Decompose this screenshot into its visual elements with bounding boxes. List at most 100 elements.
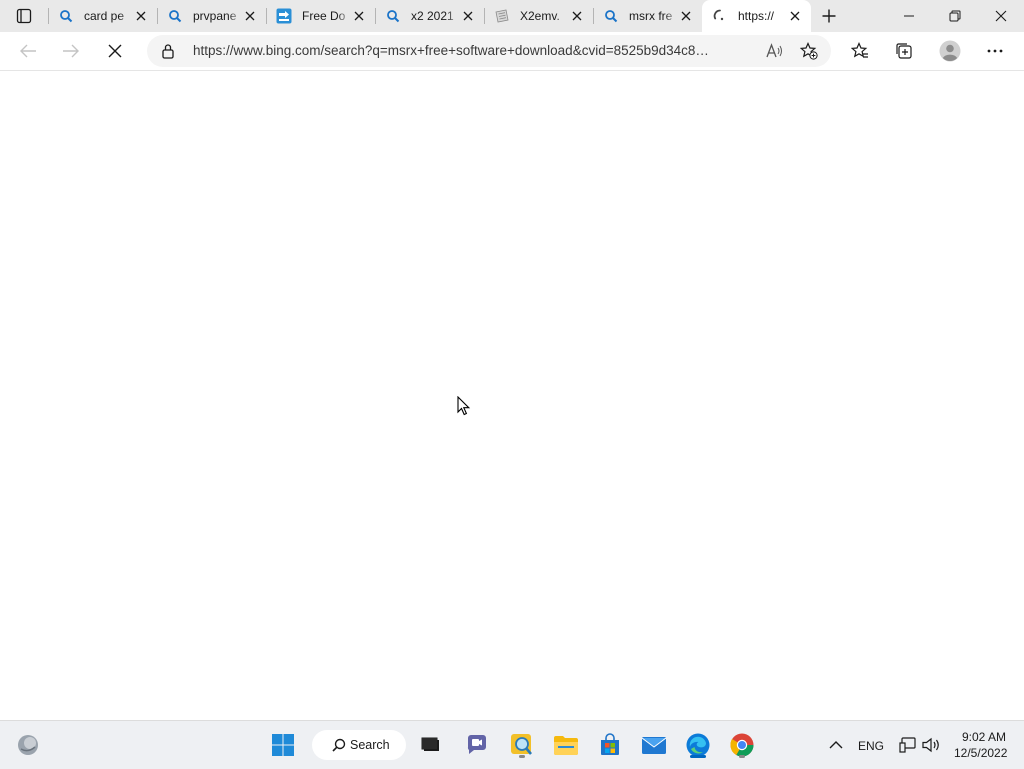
show-hidden-icons-button[interactable] bbox=[820, 729, 852, 761]
active-app-indicator bbox=[690, 755, 706, 758]
more-icon bbox=[987, 49, 1003, 53]
tab[interactable]: prvpane bbox=[157, 0, 266, 32]
tab-list: card pe prvpane Free Do x2 2021 X2emv. m… bbox=[48, 0, 811, 32]
microsoft-store-button[interactable] bbox=[594, 729, 626, 761]
tab-title: x2 2021 bbox=[411, 9, 454, 23]
volume-icon bbox=[922, 737, 939, 753]
tab-actions-icon bbox=[16, 8, 32, 24]
close-window-button[interactable] bbox=[978, 0, 1024, 32]
restore-icon bbox=[949, 10, 961, 22]
forward-arrow-icon bbox=[63, 44, 79, 58]
tab-separator bbox=[484, 8, 485, 24]
page-content bbox=[0, 71, 1024, 720]
url-text[interactable]: https://www.bing.com/search?q=msrx+free+… bbox=[193, 43, 713, 58]
task-view-button[interactable] bbox=[415, 729, 447, 761]
tab-strip: card pe prvpane Free Do x2 2021 X2emv. m… bbox=[0, 0, 1024, 32]
bing-search-icon bbox=[385, 8, 401, 24]
address-bar[interactable]: https://www.bing.com/search?q=msrx+free+… bbox=[147, 35, 831, 67]
forward-button[interactable] bbox=[56, 37, 86, 65]
stop-icon bbox=[108, 44, 122, 58]
running-indicator bbox=[739, 755, 745, 758]
close-tab-icon[interactable] bbox=[134, 9, 148, 23]
tab[interactable]: x2 2021 bbox=[375, 0, 484, 32]
minimize-icon bbox=[904, 15, 914, 17]
tab[interactable]: X2emv. bbox=[484, 0, 593, 32]
tab-separator bbox=[266, 8, 267, 24]
tab-separator bbox=[157, 8, 158, 24]
volume-button[interactable] bbox=[916, 729, 948, 761]
lock-icon[interactable] bbox=[161, 43, 175, 62]
teams-chat-button[interactable] bbox=[461, 729, 493, 761]
read-aloud-icon[interactable] bbox=[764, 41, 784, 61]
chevron-up-icon bbox=[829, 741, 843, 749]
document-icon bbox=[494, 8, 510, 24]
windows-logo-icon bbox=[272, 734, 294, 756]
favorites-button[interactable] bbox=[845, 37, 875, 65]
tab[interactable]: card pe bbox=[48, 0, 157, 32]
tab-separator bbox=[375, 8, 376, 24]
mouse-cursor-icon bbox=[457, 395, 471, 419]
folder-icon bbox=[554, 736, 578, 755]
add-favorite-icon[interactable] bbox=[799, 41, 819, 61]
mail-button[interactable] bbox=[638, 729, 670, 761]
download-site-icon bbox=[276, 8, 292, 24]
close-tab-icon[interactable] bbox=[679, 9, 693, 23]
taskbar-search-button[interactable]: Search bbox=[312, 730, 406, 760]
chat-icon bbox=[467, 735, 486, 754]
bing-search-icon bbox=[167, 8, 183, 24]
close-tab-icon[interactable] bbox=[461, 9, 475, 23]
task-view-icon bbox=[421, 737, 439, 751]
minimize-button[interactable] bbox=[886, 0, 932, 32]
taskbar: Search ENG 9:02 AM 12/5/2022 bbox=[0, 720, 1024, 769]
settings-more-button[interactable] bbox=[980, 37, 1010, 65]
weather-widget-icon bbox=[18, 735, 38, 755]
clock-time[interactable]: 9:02 AM bbox=[962, 730, 1006, 744]
tab-separator bbox=[593, 8, 594, 24]
browser-toolbar: https://www.bing.com/search?q=msrx+free+… bbox=[0, 32, 1024, 71]
close-tab-icon[interactable] bbox=[352, 9, 366, 23]
network-icon bbox=[899, 737, 916, 753]
back-arrow-icon bbox=[20, 44, 36, 58]
tab-separator bbox=[48, 8, 49, 24]
tab[interactable]: Free Do bbox=[266, 0, 375, 32]
bing-search-icon bbox=[603, 8, 619, 24]
tab-actions-button[interactable] bbox=[8, 4, 40, 28]
tab-title: X2emv. bbox=[520, 9, 560, 23]
profile-button[interactable] bbox=[935, 37, 965, 65]
tab-title: prvpane bbox=[193, 9, 237, 23]
search-icon bbox=[332, 738, 346, 752]
app-search-button[interactable] bbox=[506, 729, 538, 761]
restore-button[interactable] bbox=[932, 0, 978, 32]
store-icon bbox=[601, 733, 619, 755]
tab-title: Free Do bbox=[302, 9, 346, 23]
loading-spinner-icon bbox=[712, 8, 728, 24]
collections-button[interactable] bbox=[889, 37, 919, 65]
close-icon bbox=[995, 10, 1007, 22]
tab-title: msrx fre bbox=[629, 9, 673, 23]
start-button[interactable] bbox=[267, 729, 299, 761]
avatar-icon bbox=[939, 40, 961, 62]
edge-browser-button[interactable] bbox=[682, 729, 714, 761]
running-indicator bbox=[519, 755, 525, 758]
back-button[interactable] bbox=[13, 37, 43, 65]
mail-icon bbox=[641, 737, 667, 754]
close-tab-icon[interactable] bbox=[570, 9, 584, 23]
stop-loading-button[interactable] bbox=[100, 37, 130, 65]
file-explorer-button[interactable] bbox=[550, 729, 582, 761]
clock-date[interactable]: 12/5/2022 bbox=[954, 746, 1007, 760]
language-indicator[interactable]: ENG bbox=[858, 739, 884, 753]
chrome-browser-button[interactable] bbox=[726, 729, 758, 761]
favorites-icon bbox=[851, 42, 868, 58]
new-tab-button[interactable] bbox=[818, 5, 840, 27]
tab-title: https:// bbox=[738, 9, 775, 23]
plus-icon bbox=[822, 9, 836, 23]
bing-search-icon bbox=[58, 8, 74, 24]
tab-title: card pe bbox=[84, 9, 125, 23]
widgets-button[interactable] bbox=[12, 729, 44, 761]
tab-active[interactable]: https:// bbox=[702, 0, 811, 32]
tab[interactable]: msrx fre bbox=[593, 0, 702, 32]
collections-icon bbox=[896, 43, 912, 59]
close-tab-icon[interactable] bbox=[243, 9, 257, 23]
close-tab-icon[interactable] bbox=[788, 9, 802, 23]
search-label: Search bbox=[350, 738, 390, 752]
